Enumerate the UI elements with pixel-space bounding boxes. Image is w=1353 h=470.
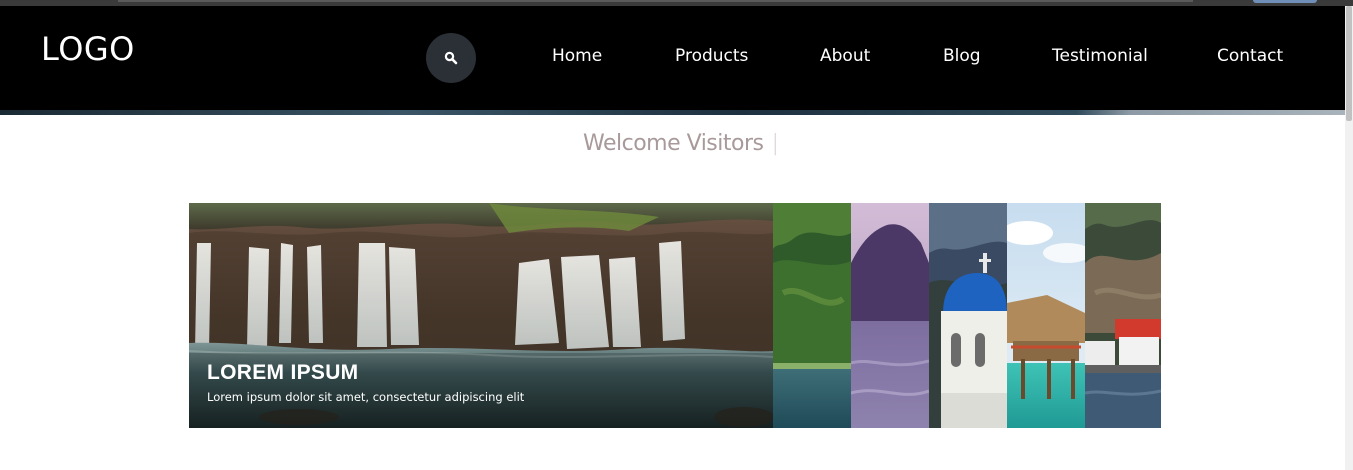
slide-title: LOREM IPSUM [207,361,359,384]
overwater-bungalow-image [1007,203,1085,428]
site-header: LOGO Home Products About Blog Testimonia… [0,6,1345,110]
gallery-main-slide[interactable]: LOREM IPSUM Lorem ipsum dolor sit amet, … [189,203,773,428]
typing-cursor: | [771,131,779,156]
welcome-text: Welcome Visitors [583,131,764,156]
green-mountain-image [773,203,851,428]
gallery-thumb-4[interactable] [1007,203,1085,428]
browser-toolbar-pill [1253,0,1317,3]
site-logo[interactable]: LOGO [41,30,135,68]
scrollbar-thumb[interactable] [1346,6,1352,121]
browser-tab-line [118,0,1193,2]
nav-about[interactable]: About [820,46,870,66]
nav-home[interactable]: Home [552,46,602,66]
image-gallery: LOREM IPSUM Lorem ipsum dolor sit amet, … [189,203,1161,428]
nav-products[interactable]: Products [675,46,748,66]
mountain-village-image [1085,203,1161,428]
slide-caption: Lorem ipsum dolor sit amet, consectetur … [207,390,525,404]
nav-contact[interactable]: Contact [1217,46,1283,66]
hero-image-edge [0,110,1345,115]
nav-testimonial[interactable]: Testimonial [1052,46,1148,66]
blue-dome-church-image [929,203,1007,428]
gallery-thumb-3[interactable] [929,203,1007,428]
purple-rock-image [851,203,929,428]
gallery-thumb-5[interactable] [1085,203,1161,428]
page-scrollbar[interactable] [1345,6,1353,470]
welcome-heading: Welcome Visitors | [583,131,779,156]
search-icon [444,51,458,65]
gallery-thumb-1[interactable] [773,203,851,428]
search-button[interactable] [426,33,476,83]
gallery-thumb-2[interactable] [851,203,929,428]
nav-blog[interactable]: Blog [943,46,981,66]
